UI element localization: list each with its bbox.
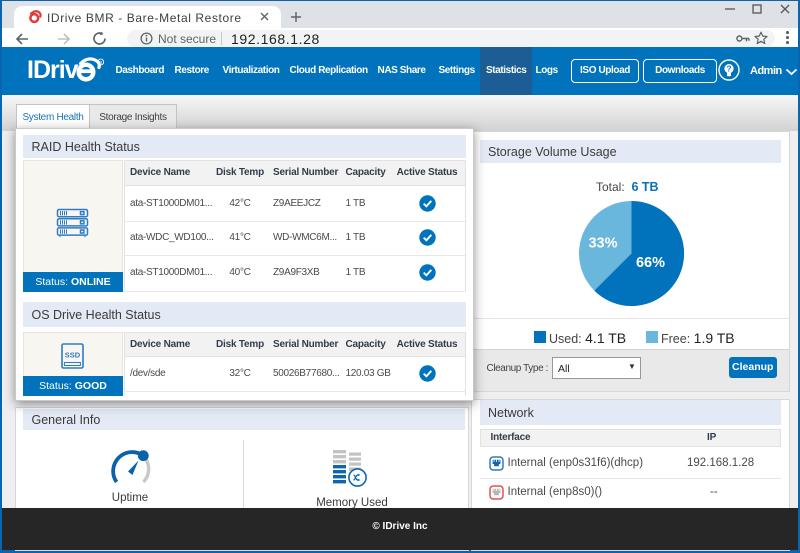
svg-text:66%: 66% — [636, 255, 665, 271]
svg-text:33%: 33% — [588, 236, 617, 252]
svg-text:?: ? — [727, 65, 732, 74]
svg-text:SSD: SSD — [65, 351, 81, 360]
